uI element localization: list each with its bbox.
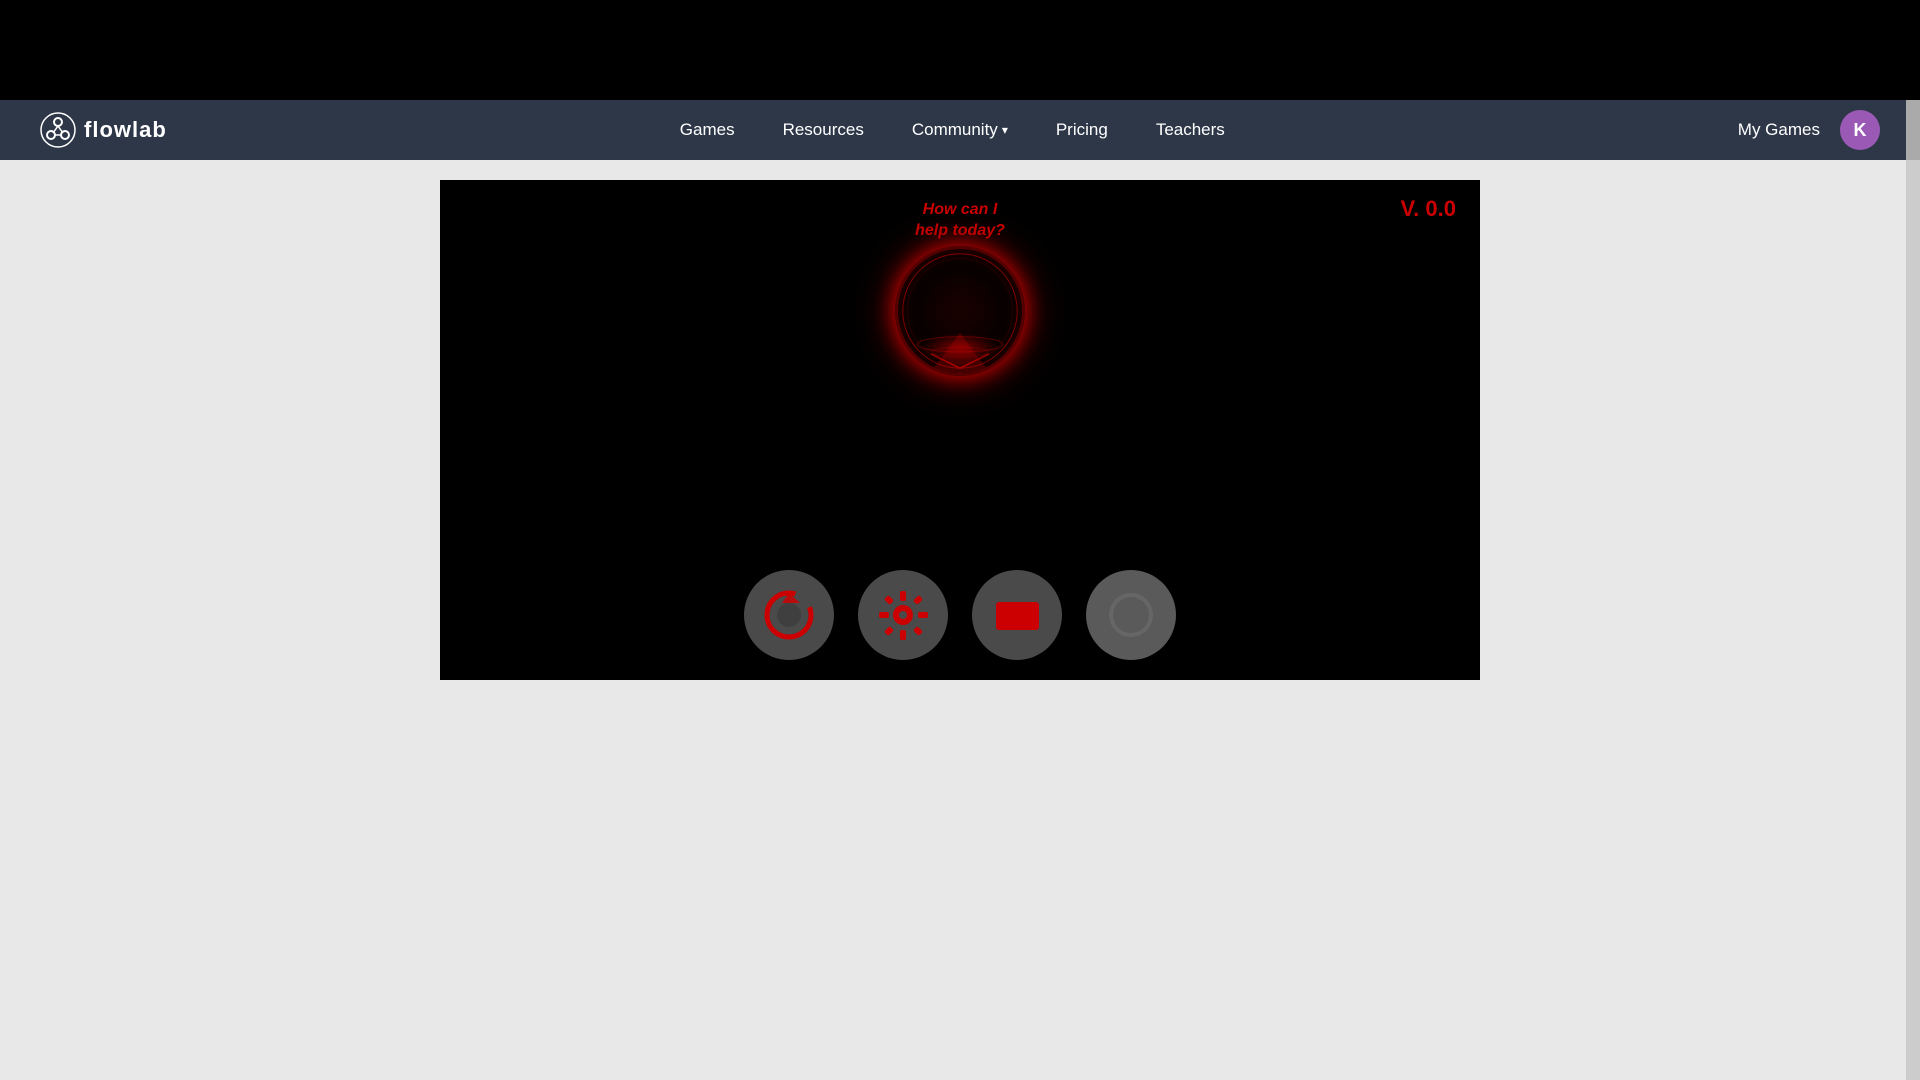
settings-button[interactable] xyxy=(858,570,948,660)
orb-container: How can Ihelp today? xyxy=(895,200,1025,376)
nav-games[interactable]: Games xyxy=(680,120,735,140)
logo-text: flowlab xyxy=(84,117,167,143)
nav-resources[interactable]: Resources xyxy=(783,120,864,140)
scrollbar[interactable] xyxy=(1906,100,1920,1080)
scrollbar-thumb[interactable] xyxy=(1906,100,1920,160)
game-canvas[interactable]: V. 0.0 How can Ihelp today? xyxy=(440,180,1480,680)
screen-icon xyxy=(990,588,1045,643)
navbar: flowlab Games Resources Community ▾ Pric… xyxy=(0,100,1920,160)
bottom-buttons xyxy=(744,570,1176,660)
nav-teachers[interactable]: Teachers xyxy=(1156,120,1225,140)
flowlab-logo-icon xyxy=(40,112,76,148)
my-games-link[interactable]: My Games xyxy=(1738,120,1820,140)
chevron-down-icon: ▾ xyxy=(1002,123,1008,137)
navbar-right: My Games K xyxy=(1738,110,1880,150)
gear-icon xyxy=(876,588,931,643)
orb-glow xyxy=(920,333,1000,363)
page-background: V. 0.0 How can Ihelp today? xyxy=(0,160,1920,1080)
nav-community[interactable]: Community ▾ xyxy=(912,120,1008,140)
orb-text: How can Ihelp today? xyxy=(915,200,1005,242)
version-text: V. 0.0 xyxy=(1401,196,1456,222)
nav-pricing[interactable]: Pricing xyxy=(1056,120,1108,140)
circle-icon xyxy=(1104,588,1159,643)
nav-links: Games Resources Community ▾ Pricing Teac… xyxy=(680,120,1225,140)
display-button[interactable] xyxy=(972,570,1062,660)
circle-button[interactable] xyxy=(1086,570,1176,660)
help-icon xyxy=(762,588,817,643)
ai-orb[interactable] xyxy=(895,246,1025,376)
help-button[interactable] xyxy=(744,570,834,660)
top-black-bar xyxy=(0,0,1920,100)
logo-area: flowlab xyxy=(40,112,167,148)
user-avatar[interactable]: K xyxy=(1840,110,1880,150)
